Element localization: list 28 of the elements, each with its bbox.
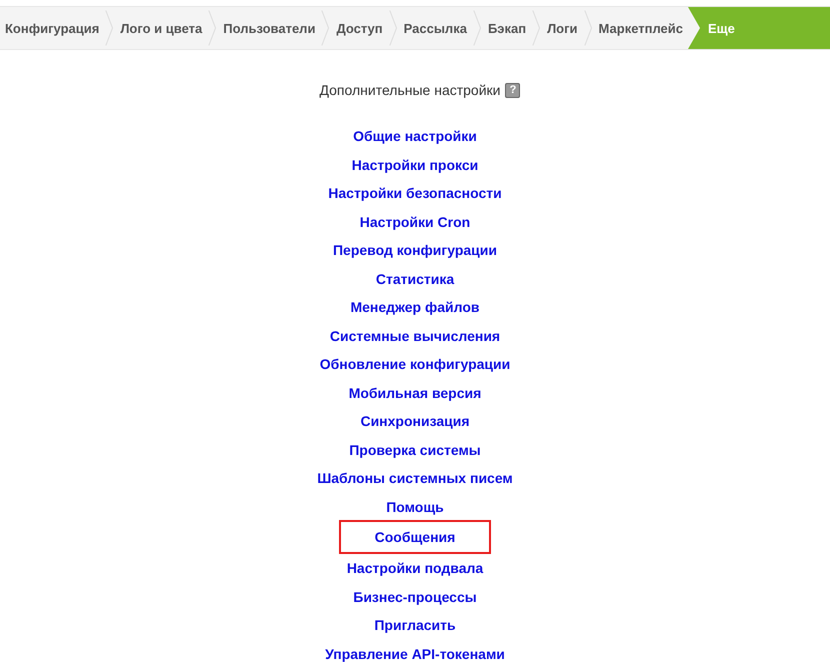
- settings-link[interactable]: Сообщения: [338, 520, 491, 554]
- tab[interactable]: Рассылка: [398, 7, 472, 49]
- settings-link[interactable]: Общие настройки: [353, 122, 477, 150]
- settings-link[interactable]: Управление API-токенами: [325, 640, 505, 662]
- tab[interactable]: Логи: [542, 7, 583, 49]
- tab[interactable]: Маркетплейс: [594, 7, 688, 49]
- settings-link[interactable]: Помощь: [386, 492, 444, 521]
- settings-link[interactable]: Бизнес-процессы: [353, 582, 477, 611]
- settings-link[interactable]: Настройки Cron: [360, 208, 470, 236]
- settings-link[interactable]: Проверка системы: [349, 436, 481, 464]
- section-title: Дополнительные настройки: [320, 82, 500, 98]
- tab[interactable]: Доступ: [331, 7, 388, 49]
- tab[interactable]: Бэкап: [482, 7, 532, 49]
- settings-link[interactable]: Мобильная версия: [348, 378, 482, 407]
- settings-link[interactable]: Обновление конфигурации: [320, 350, 510, 378]
- tab[interactable]: Конфигурация: [0, 7, 104, 49]
- settings-link[interactable]: Настройки подвала: [346, 554, 484, 582]
- settings-link[interactable]: Настройки прокси: [352, 150, 478, 179]
- settings-link[interactable]: Шаблоны системных писем: [317, 464, 513, 492]
- settings-link[interactable]: Перевод конфигурации: [332, 236, 497, 264]
- settings-link[interactable]: Настройки безопасности: [328, 179, 502, 208]
- tab[interactable]: Пользователи: [218, 7, 320, 49]
- settings-link[interactable]: Синхронизация: [360, 407, 470, 436]
- settings-link[interactable]: Пригласить: [374, 611, 456, 640]
- settings-link[interactable]: Менеджер файлов: [350, 293, 480, 322]
- tab[interactable]: Лого и цвета: [115, 7, 208, 49]
- settings-link[interactable]: Системные вычисления: [330, 322, 500, 350]
- settings-link[interactable]: Статистика: [376, 264, 454, 293]
